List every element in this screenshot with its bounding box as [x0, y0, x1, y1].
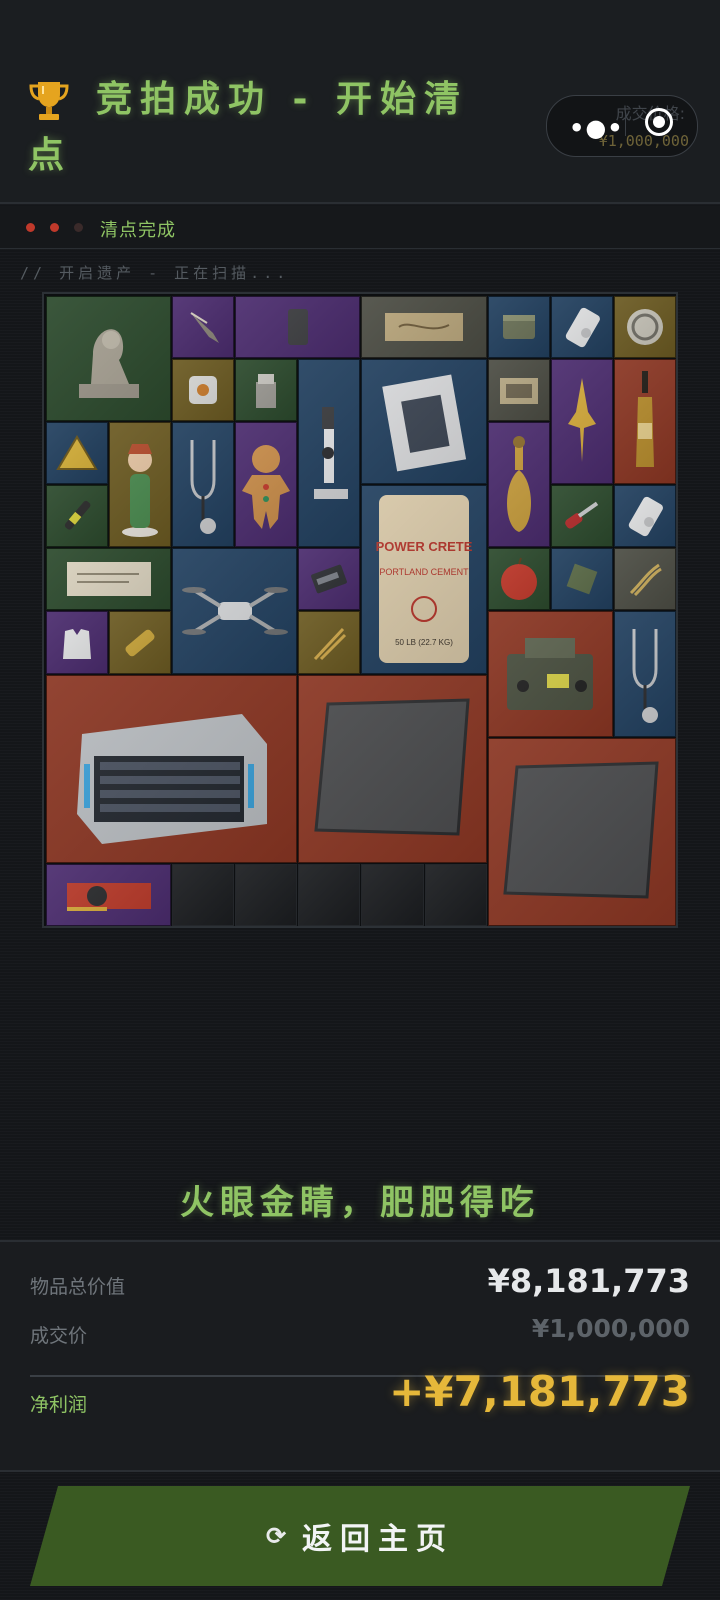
item-rope[interactable]: [613, 548, 676, 611]
item-treasure-map[interactable]: [361, 296, 487, 359]
status-dot-1: [26, 223, 35, 232]
back-home-label: 返回主页: [302, 1523, 455, 1556]
item-ssd-drive[interactable]: [298, 548, 361, 611]
svg-text:POWER CRETE: POWER CRETE: [376, 539, 473, 554]
item-dark-brick[interactable]: [235, 296, 361, 359]
empty-slot: [298, 863, 361, 926]
header: 竞拍成功 - 开始清点 成交价格: ¥1,000,000 •●•: [0, 0, 720, 204]
net-profit-label: 净利润: [30, 1394, 88, 1416]
item-cement-bag[interactable]: POWER CRETE PORTLAND CEMENT 50 LB (22.7 KG…: [361, 485, 487, 674]
status-bar: 清点完成: [0, 206, 720, 249]
item-scroll[interactable]: [109, 611, 172, 674]
empty-slot: [424, 863, 487, 926]
page-title: 竞拍成功 - 开始清点: [28, 79, 469, 176]
item-old-document[interactable]: [46, 548, 172, 611]
capsule-divider: [625, 114, 626, 136]
empty-slot: [172, 863, 235, 926]
scan-text: // 开启遗产 - 正在扫描...: [20, 264, 290, 282]
item-tin-can[interactable]: [487, 296, 550, 359]
item-screwdriver[interactable]: [550, 485, 613, 548]
item-stethoscope[interactable]: [172, 422, 235, 548]
item-lighter[interactable]: [235, 359, 298, 422]
deal-price-label: 成交价: [30, 1325, 88, 1347]
item-companion-cube[interactable]: [172, 359, 235, 422]
item-tongs[interactable]: [298, 611, 361, 674]
mini-program-capsule[interactable]: 成交价格: ¥1,000,000 •●•: [546, 95, 698, 157]
item-spearhead[interactable]: [172, 296, 235, 359]
item-ration-box[interactable]: [487, 359, 550, 422]
item-stethoscope-2[interactable]: [613, 611, 676, 737]
item-metal-plate-2[interactable]: [487, 737, 676, 926]
item-pen-tool[interactable]: [46, 485, 109, 548]
net-profit: +¥7,181,773: [389, 1367, 690, 1416]
item-hookah[interactable]: [487, 422, 550, 548]
item-sphinx-statue[interactable]: [46, 296, 172, 422]
item-drone[interactable]: [172, 548, 298, 674]
more-dots-icon[interactable]: •●•: [569, 114, 624, 142]
total-value-label: 物品总价值: [30, 1276, 126, 1298]
item-magazine[interactable]: [361, 359, 487, 485]
slogan: 火眼金睛，肥肥得吃: [180, 1183, 540, 1223]
deal-price: ¥1,000,000: [531, 1314, 690, 1343]
status-dot-3: [74, 223, 83, 232]
item-warning-sign[interactable]: [46, 422, 109, 485]
status-dot-2: [50, 223, 59, 232]
item-coin-badge[interactable]: [613, 296, 676, 359]
item-microscope[interactable]: [298, 359, 361, 548]
svg-text:50 LB (22.7 KG): 50 LB (22.7 KG): [395, 638, 453, 647]
svg-text:PORTLAND CEMENT: PORTLAND CEMENT: [379, 567, 469, 577]
item-metal-plate[interactable]: [298, 674, 487, 863]
record-icon[interactable]: [645, 108, 673, 136]
item-golden-ornament[interactable]: [550, 359, 613, 485]
item-apple[interactable]: [487, 548, 550, 611]
item-graphics-card[interactable]: [46, 863, 172, 926]
item-mp3-player[interactable]: [550, 296, 613, 359]
item-server-case[interactable]: [46, 674, 298, 863]
back-home-button[interactable]: ⟳ 返回主页: [30, 1486, 690, 1586]
status-text: 清点完成: [100, 220, 176, 241]
total-value: ¥8,181,773: [487, 1262, 690, 1300]
inventory-grid: POWER CRETE PORTLAND CEMENT 50 LB (22.7 KG…: [42, 292, 678, 928]
item-figurine[interactable]: [109, 422, 172, 548]
empty-slot: [361, 863, 424, 926]
item-ration-pack[interactable]: [550, 548, 613, 611]
item-radio[interactable]: [487, 611, 613, 737]
item-vest[interactable]: [46, 611, 109, 674]
item-champagne[interactable]: [613, 359, 676, 485]
item-mp3-player-2[interactable]: [613, 485, 676, 548]
summary-panel: 物品总价值 ¥8,181,773 成交价 ¥1,000,000 净利润 +¥7,…: [0, 1240, 720, 1472]
refresh-icon: ⟳: [265, 1522, 287, 1550]
item-gingerbread-man[interactable]: [235, 422, 298, 548]
empty-slot: [235, 863, 298, 926]
